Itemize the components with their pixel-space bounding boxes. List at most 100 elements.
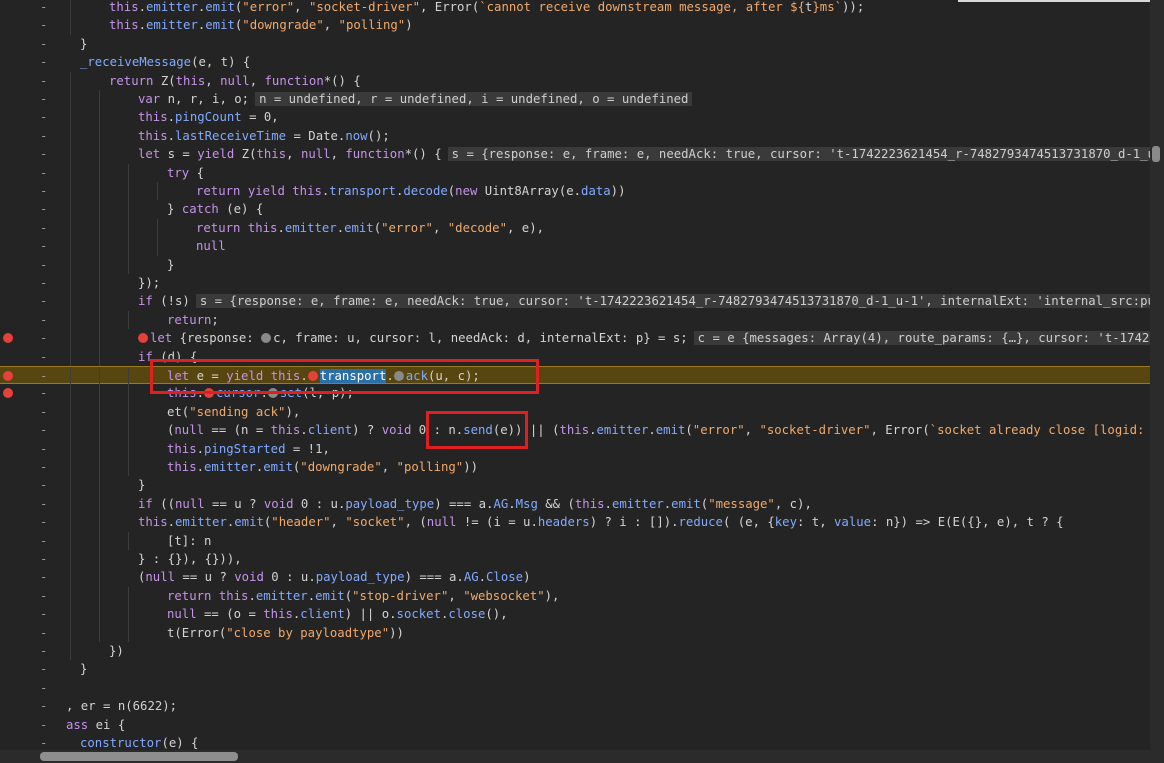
code-line[interactable]: - ass ei {	[0, 716, 1150, 734]
line-gutter[interactable]: -	[0, 476, 60, 494]
line-gutter[interactable]: -	[0, 605, 60, 623]
code-line[interactable]: - if (!s) s = {response: e, frame: e, need…	[0, 292, 1150, 311]
line-gutter[interactable]: -	[0, 274, 60, 292]
inline-value-preview[interactable]: n = undefined, r = undefined, i = undefi…	[255, 92, 693, 106]
code-line[interactable]: - et("sending ack"),	[0, 402, 1150, 422]
code-line[interactable]: - null	[0, 237, 1150, 256]
inline-breakpoint-active-icon[interactable]	[138, 333, 148, 344]
line-gutter[interactable]: -	[0, 90, 60, 108]
code-line[interactable]: - this.emitter.emit("downgrade", "polling…	[0, 458, 1150, 477]
code-line[interactable]: - constructor(e) {	[0, 734, 1150, 750]
line-gutter[interactable]: -	[0, 16, 60, 34]
line-gutter[interactable]: -	[0, 200, 60, 218]
line-gutter[interactable]: -	[0, 145, 60, 163]
line-gutter[interactable]: -	[0, 679, 60, 697]
line-gutter[interactable]: -	[0, 660, 60, 678]
breakpoint-marker-icon[interactable]	[3, 371, 13, 381]
line-gutter[interactable]: -	[0, 348, 60, 366]
line-gutter[interactable]: -	[0, 164, 60, 182]
code-line[interactable]: - _receiveMessage(e, t) {	[0, 53, 1150, 71]
code-line[interactable]: -})	[0, 642, 1150, 661]
indent-guide	[70, 255, 71, 274]
line-gutter[interactable]: -	[0, 182, 60, 200]
code-line[interactable]: -}	[0, 660, 1150, 678]
horizontal-scrollbar-thumb[interactable]	[40, 752, 238, 761]
line-gutter[interactable]: -	[0, 624, 60, 642]
line-gutter[interactable]: -	[0, 256, 60, 274]
code-line[interactable]: - this.pingCount = 0,	[0, 108, 1150, 127]
line-gutter[interactable]: -	[0, 219, 60, 237]
line-gutter[interactable]: -	[0, 237, 60, 255]
code-line[interactable]: - var n, r, i, o; n = undefined, r = undef…	[0, 90, 1150, 109]
line-gutter[interactable]: -	[0, 367, 60, 385]
breakpoint-marker-icon[interactable]	[3, 388, 13, 399]
code-line[interactable]: - [t]: n	[0, 531, 1150, 550]
code-line[interactable]: -}	[0, 35, 1150, 53]
breakpoint-marker-icon[interactable]	[3, 333, 13, 344]
line-gutter[interactable]: -	[0, 311, 60, 329]
line-gutter[interactable]: -	[0, 403, 60, 421]
line-gutter[interactable]: -	[0, 568, 60, 586]
line-gutter[interactable]: -	[0, 0, 60, 16]
code-line[interactable]: - return;	[0, 310, 1150, 330]
line-gutter[interactable]: -	[0, 697, 60, 715]
code-token: , Error(	[420, 0, 480, 14]
code-line[interactable]: -});	[0, 274, 1150, 293]
code-line[interactable]: - try {	[0, 163, 1150, 182]
code-line[interactable]: -}	[0, 476, 1150, 495]
line-gutter[interactable]: -	[0, 513, 60, 531]
code-line[interactable]: - return this.emitter.emit("error", "deco…	[0, 218, 1150, 238]
inline-value-preview[interactable]: s = {response: e, frame: e, needAck: tru…	[447, 147, 1150, 162]
line-gutter[interactable]: -	[0, 421, 60, 439]
line-gutter[interactable]: -	[0, 495, 60, 513]
code-line[interactable]: - , er = n(6622);	[0, 697, 1150, 715]
code-line[interactable]: -	[0, 679, 1150, 697]
inline-value-preview[interactable]: c = e {messages: Array(4), route_params:…	[693, 331, 1150, 346]
line-gutter[interactable]: -	[0, 532, 60, 550]
line-gutter[interactable]: -	[0, 440, 60, 458]
code-line[interactable]: - t(Error("close by payloadtype"))	[0, 623, 1150, 642]
indent-guide	[99, 347, 100, 366]
code-line[interactable]: - this.lastReceiveTime = Date.now();	[0, 126, 1150, 146]
line-gutter[interactable]: -	[0, 384, 60, 402]
line-gutter[interactable]: -	[0, 53, 60, 71]
inline-value-preview[interactable]: s = {response: e, frame: e, needAck: tru…	[195, 294, 1150, 309]
line-gutter[interactable]: -	[0, 734, 60, 750]
vertical-scrollbar[interactable]	[1150, 0, 1164, 750]
code-line[interactable]: - (null == (n = this.client) ? void 0 : n…	[0, 421, 1150, 440]
code-line[interactable]: -}	[0, 255, 1150, 274]
code-token: AG	[493, 496, 509, 511]
code-line[interactable]: - return Z(this, null, function*() {	[0, 71, 1150, 90]
code-token: ();	[367, 128, 390, 143]
line-gutter[interactable]: -	[0, 587, 60, 605]
line-gutter[interactable]: -	[0, 72, 60, 90]
line-gutter[interactable]: -	[0, 550, 60, 568]
code-line[interactable]: - if ((null == u ? void 0 : u.payload_typ…	[0, 494, 1150, 514]
line-gutter[interactable]: -	[0, 642, 60, 660]
code-token: null	[145, 570, 176, 585]
vertical-scrollbar-thumb[interactable]	[1152, 146, 1160, 162]
code-token: this	[138, 128, 168, 143]
code-token: .	[589, 423, 597, 438]
code-line[interactable]: - let s = yield Z(this, null, function*()…	[0, 145, 1150, 164]
code-line[interactable]: -} : {}), {})),	[0, 550, 1150, 569]
inline-breakpoint-inactive-icon[interactable]	[261, 333, 272, 344]
code-line[interactable]: - this.pingStarted = !1,	[0, 439, 1150, 458]
code-line[interactable]: -} catch (e) {	[0, 200, 1150, 219]
line-gutter[interactable]: -	[0, 127, 60, 145]
code-line[interactable]: - (null == u ? void 0 : u.payload_type) =…	[0, 568, 1150, 587]
line-gutter[interactable]: -	[0, 716, 60, 734]
code-line[interactable]: - let {response: c, frame: u, cursor: l, …	[0, 329, 1150, 348]
code-line[interactable]: - return this.emitter.emit("stop-driver",…	[0, 586, 1150, 606]
line-gutter[interactable]: -	[0, 329, 60, 347]
code-line[interactable]: - this.emitter.emit("downgrade", "polling…	[0, 16, 1150, 35]
code-line[interactable]: - this.emitter.emit("error", "socket-driv…	[0, 0, 1150, 17]
code-line[interactable]: - null == (o = this.client) || o.socket.c…	[0, 605, 1150, 624]
code-token: .	[307, 588, 316, 603]
line-gutter[interactable]: -	[0, 458, 60, 476]
line-gutter[interactable]: -	[0, 292, 60, 310]
line-gutter[interactable]: -	[0, 108, 60, 126]
code-line[interactable]: - this.emitter.emit("header", "socket", (…	[0, 513, 1150, 532]
line-gutter[interactable]: -	[0, 35, 60, 53]
code-line[interactable]: - return yield this.transport.decode(new …	[0, 182, 1150, 201]
